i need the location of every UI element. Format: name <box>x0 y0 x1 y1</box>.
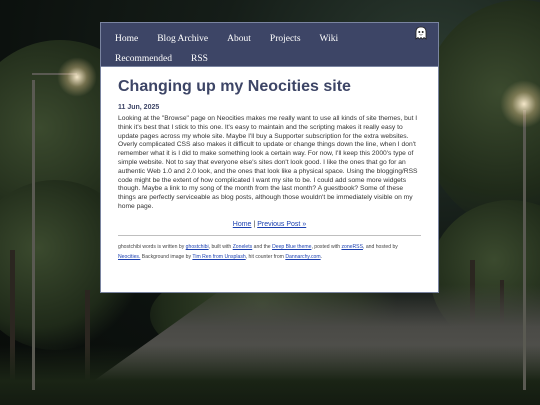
nav-blog-archive[interactable]: Blog Archive <box>157 31 208 48</box>
footer-text: , hit counter from <box>245 253 286 260</box>
post-navigation: Home | Previous Post » <box>118 221 421 228</box>
blog-panel: Home Blog Archive About Projects Wiki Recomm… <box>100 22 439 293</box>
footer: ghostchibi words is written by ghostchib… <box>118 242 421 262</box>
post-title: Changing up my Neocities site <box>118 78 351 95</box>
footer-text: , built with <box>208 243 233 250</box>
footer-link-dannarchy[interactable]: Dannarchy.com <box>285 254 320 260</box>
footer-text: Background image by <box>140 253 193 260</box>
divider <box>118 234 421 236</box>
post-body: Looking at the "Browse" page on Neocitie… <box>118 115 418 210</box>
nav-home[interactable]: Home <box>115 31 138 48</box>
ghost-icon[interactable] <box>413 25 429 41</box>
footer-link-zonelets[interactable]: Zonelets <box>233 244 253 250</box>
footer-link-neocities[interactable]: Neocities. <box>118 254 140 260</box>
footer-text: ghostchibi words is written by <box>118 243 186 250</box>
home-link[interactable]: Home <box>233 221 252 228</box>
post-date: 11 Jun, 2025 <box>118 104 160 111</box>
nav-wiki[interactable]: Wiki <box>320 31 339 48</box>
footer-text: and the <box>252 243 273 250</box>
nav-projects[interactable]: Projects <box>270 31 301 48</box>
footer-text: . <box>320 253 323 260</box>
previous-post-link[interactable]: Previous Post » <box>257 221 306 228</box>
nav-recommended[interactable]: Recommended <box>115 51 172 68</box>
footer-link-zonerss[interactable]: zoneRSS <box>341 244 363 250</box>
nav-about[interactable]: About <box>227 31 251 48</box>
footer-text: , and hosted by <box>362 243 398 250</box>
post-content: Changing up my Neocities site 11 Jun, 20… <box>101 67 438 262</box>
footer-text: , posted with <box>311 243 342 250</box>
nav-bar: Home Blog Archive About Projects Wiki Recomm… <box>101 23 438 67</box>
footer-link-deep-blue-theme[interactable]: Deep Blue theme <box>272 244 311 250</box>
footer-link-ghostchibi[interactable]: ghostchibi <box>186 244 209 250</box>
nav-rss[interactable]: RSS <box>191 51 208 68</box>
footer-link-unsplash[interactable]: Tim Ren from Unsplash <box>192 254 245 260</box>
